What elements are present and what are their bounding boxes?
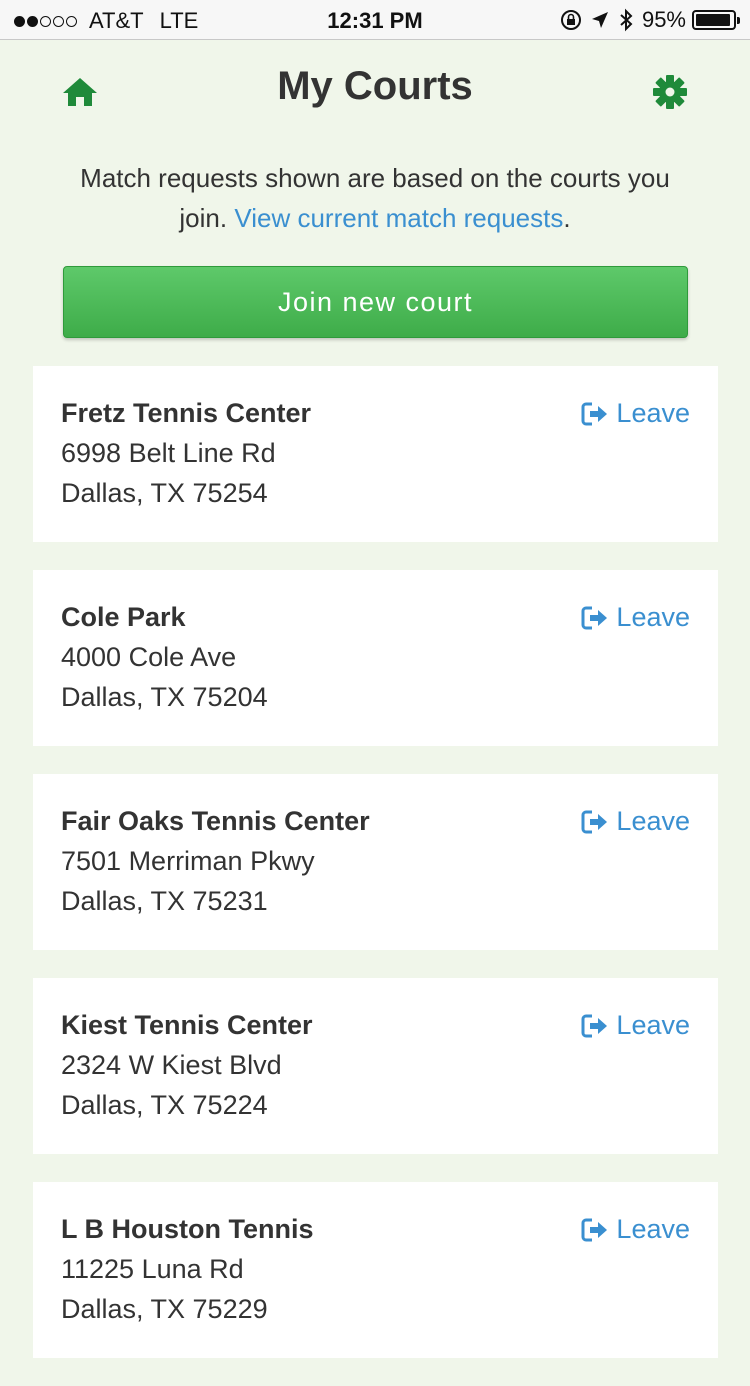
- court-card: L B Houston Tennis 11225 Luna Rd Dallas,…: [33, 1182, 718, 1358]
- court-city: Dallas, TX 75229: [61, 1294, 268, 1324]
- app-header: My Courts: [0, 40, 750, 140]
- status-bar: AT&T LTE 12:31 PM 95%: [0, 0, 750, 40]
- bluetooth-icon: [620, 8, 633, 32]
- court-city: Dallas, TX 75254: [61, 478, 268, 508]
- court-card: Fretz Tennis Center 6998 Belt Line Rd Da…: [33, 366, 718, 542]
- court-card: Kiest Tennis Center 2324 W Kiest Blvd Da…: [33, 978, 718, 1154]
- court-card: Fair Oaks Tennis Center 7501 Merriman Pk…: [33, 774, 718, 950]
- leave-court-button[interactable]: Leave: [580, 806, 690, 837]
- view-match-requests-link[interactable]: View current match requests: [234, 203, 563, 233]
- leave-label: Leave: [616, 806, 690, 836]
- rotation-lock-icon: [560, 10, 581, 30]
- court-city: Dallas, TX 75224: [61, 1090, 268, 1120]
- leave-court-button[interactable]: Leave: [580, 1010, 690, 1041]
- court-list: Fretz Tennis Center 6998 Belt Line Rd Da…: [33, 366, 718, 1386]
- court-name: Fretz Tennis Center: [61, 398, 312, 428]
- leave-label: Leave: [616, 398, 690, 428]
- court-street: 7501 Merriman Pkwy: [61, 846, 315, 876]
- location-arrow-icon: [591, 12, 608, 28]
- court-city: Dallas, TX 75204: [61, 682, 268, 712]
- court-name: Kiest Tennis Center: [61, 1010, 313, 1040]
- settings-button[interactable]: [650, 72, 690, 112]
- intro-text: Match requests shown are based on the co…: [60, 158, 690, 238]
- court-name: Cole Park: [61, 602, 186, 632]
- page-title: My Courts: [277, 64, 473, 108]
- sign-out-icon: [581, 810, 608, 833]
- court-street: 2324 W Kiest Blvd: [61, 1050, 282, 1080]
- leave-court-button[interactable]: Leave: [580, 602, 690, 633]
- leave-court-button[interactable]: Leave: [580, 398, 690, 429]
- status-right: 95%: [552, 7, 740, 33]
- sign-out-icon: [581, 1218, 608, 1241]
- battery-tip: [737, 17, 740, 24]
- leave-label: Leave: [616, 1010, 690, 1040]
- court-name: L B Houston Tennis: [61, 1214, 314, 1244]
- battery-level: [696, 14, 731, 26]
- court-name: Fair Oaks Tennis Center: [61, 806, 370, 836]
- court-city: Dallas, TX 75231: [61, 886, 268, 916]
- court-street: 6998 Belt Line Rd: [61, 438, 276, 468]
- court-street: 11225 Luna Rd: [61, 1254, 244, 1284]
- battery-icon: [692, 10, 740, 30]
- leave-label: Leave: [616, 602, 690, 632]
- battery-percentage: 95%: [641, 7, 686, 32]
- sign-out-icon: [581, 606, 608, 629]
- leave-label: Leave: [616, 1214, 690, 1244]
- gear-icon: [653, 75, 687, 109]
- leave-court-button[interactable]: Leave: [580, 1214, 690, 1245]
- court-card: Cole Park 4000 Cole Ave Dallas, TX 75204…: [33, 570, 718, 746]
- sign-out-icon: [581, 402, 608, 425]
- court-street: 4000 Cole Ave: [61, 642, 237, 672]
- join-new-court-button[interactable]: Join new court: [63, 266, 688, 338]
- sign-out-icon: [581, 1014, 608, 1037]
- intro-suffix: .: [563, 203, 571, 233]
